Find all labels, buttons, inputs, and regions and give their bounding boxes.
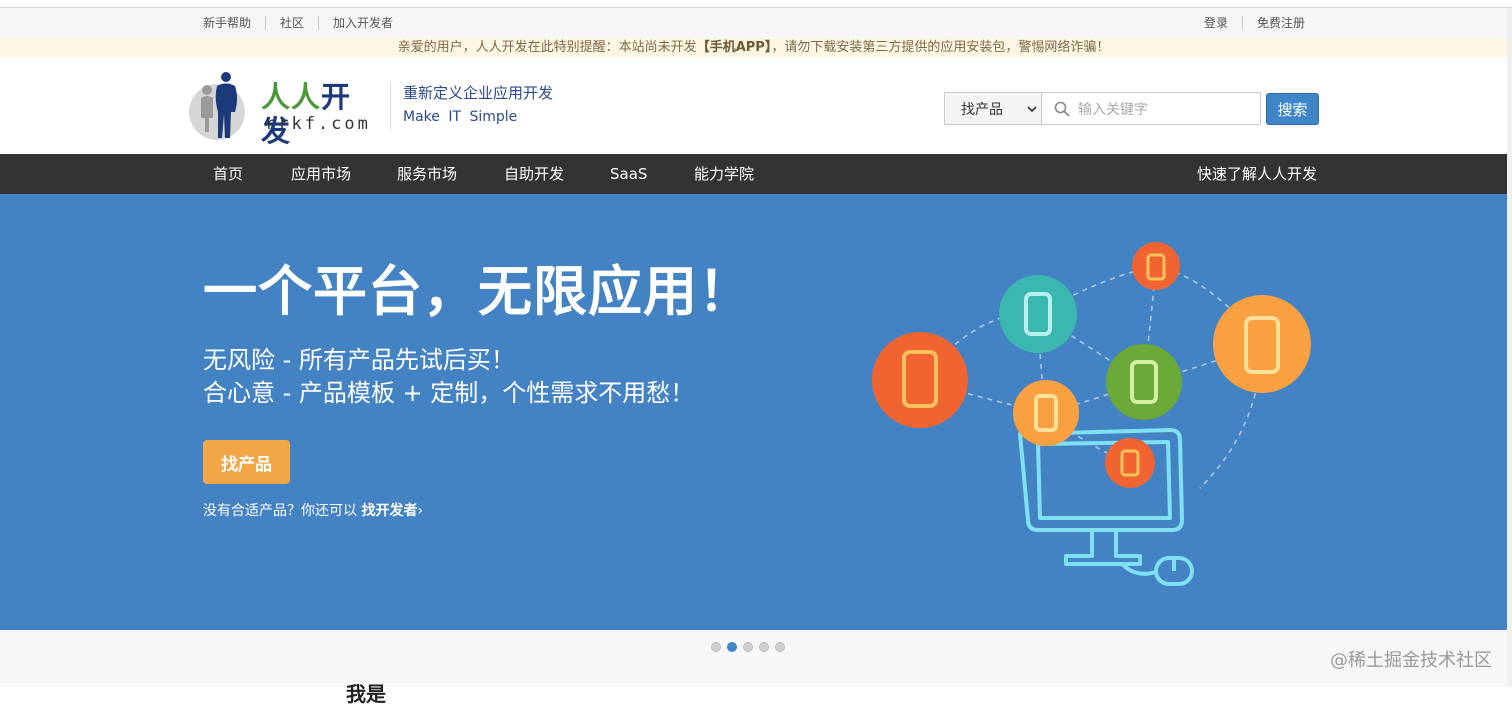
notice-highlight: 【手机APP】 bbox=[696, 40, 772, 55]
search-input[interactable]: 输入关键字 bbox=[1041, 92, 1261, 125]
search-button[interactable]: 搜索 bbox=[1266, 93, 1319, 125]
browser-top-strip bbox=[0, 0, 1512, 8]
carousel-dot-5[interactable] bbox=[775, 642, 785, 652]
find-developer-link[interactable]: 找开发者 bbox=[361, 503, 417, 519]
slogan-cn: 重新定义企业应用开发 bbox=[403, 84, 554, 102]
search-category-value: 找产品 bbox=[961, 101, 1003, 118]
hero-line-2: 合心意 - 产品模板 + 定制，个性需求不用愁！ bbox=[203, 379, 695, 407]
section-title: 我是 bbox=[346, 682, 386, 706]
link-join-developer[interactable]: 加入开发者 bbox=[318, 16, 407, 30]
nav-self-dev[interactable]: 自助开发 bbox=[504, 154, 564, 194]
chevron-down-icon bbox=[1027, 106, 1037, 113]
nav-about[interactable]: 快速了解人人开发 bbox=[1197, 154, 1317, 194]
carousel-dot-2[interactable] bbox=[727, 642, 737, 652]
slogan: 重新定义企业应用开发 Make IT Simple bbox=[390, 82, 553, 130]
chevron-right-icon: › bbox=[417, 503, 424, 519]
below-banner-area bbox=[0, 630, 1507, 687]
link-register[interactable]: 免费注册 bbox=[1241, 16, 1319, 30]
hero-line-1: 无风险 - 所有产品先试后买！ bbox=[203, 346, 515, 374]
link-community[interactable]: 社区 bbox=[265, 16, 318, 30]
find-developer-line: 没有合适产品？你还可以 找开发者› bbox=[203, 500, 423, 520]
top-left-links: 新手帮助 社区 加入开发者 bbox=[203, 8, 407, 38]
link-login[interactable]: 登录 bbox=[1190, 16, 1242, 30]
notice-suffix: ，请勿下载安装第三方提供的应用安装包，警惕网络诈骗！ bbox=[771, 40, 1110, 55]
notice-bar: 亲爱的用户，人人开发在此特别提醒：本站尚未开发【手机APP】，请勿下载安装第三方… bbox=[0, 38, 1507, 58]
carousel-dot-3[interactable] bbox=[743, 642, 753, 652]
hero-headline: 一个平台，无限应用！ bbox=[203, 260, 753, 323]
nav-service-market[interactable]: 服务市场 bbox=[397, 154, 457, 194]
slogan-en: Make IT Simple bbox=[403, 109, 518, 125]
find-product-button[interactable]: 找产品 bbox=[203, 440, 290, 484]
notice-prefix: 亲爱的用户，人人开发在此特别提醒：本站尚未开发 bbox=[397, 40, 697, 55]
nav-home[interactable]: 首页 bbox=[213, 154, 243, 194]
carousel-dot-1[interactable] bbox=[711, 642, 721, 652]
page-scrollbar[interactable] bbox=[1507, 8, 1512, 687]
search-placeholder: 输入关键字 bbox=[1078, 101, 1148, 118]
top-utility-bar: 新手帮助 社区 加入开发者 登录 免费注册 bbox=[0, 8, 1507, 38]
site-logo[interactable]: 人人开发 rrkf.com bbox=[189, 72, 379, 148]
search-icon bbox=[1054, 101, 1070, 117]
watermark: @稀土掘金技术社区 bbox=[1330, 650, 1492, 671]
link-help[interactable]: 新手帮助 bbox=[203, 16, 265, 30]
logo-text-en: rrkf.com bbox=[265, 114, 371, 134]
nav-app-market[interactable]: 应用市场 bbox=[291, 154, 351, 194]
find-developer-prefix: 没有合适产品？你还可以 bbox=[203, 503, 357, 519]
hero-subtitle: 无风险 - 所有产品先试后买！ 合心意 - 产品模板 + 定制，个性需求不用愁！ bbox=[203, 344, 694, 410]
carousel-dot-4[interactable] bbox=[759, 642, 769, 652]
site-header: 人人开发 rrkf.com 重新定义企业应用开发 Make IT Simple … bbox=[0, 58, 1507, 154]
search-category-select[interactable]: 找产品 bbox=[944, 92, 1042, 125]
phone-bubbles bbox=[872, 242, 1311, 488]
network-illustration bbox=[872, 242, 1311, 586]
top-right-links: 登录 免费注册 bbox=[1190, 8, 1319, 38]
carousel-indicators bbox=[711, 642, 785, 652]
nav-academy[interactable]: 能力学院 bbox=[694, 154, 754, 194]
nav-saas[interactable]: SaaS bbox=[610, 154, 647, 194]
logo-text-cn-green: 人人 bbox=[261, 80, 322, 114]
main-nav: 首页 应用市场 服务市场 自助开发 SaaS 能力学院 快速了解人人开发 bbox=[0, 154, 1507, 194]
hero-banner: 一个平台，无限应用！ 无风险 - 所有产品先试后买！ 合心意 - 产品模板 + … bbox=[0, 194, 1507, 630]
